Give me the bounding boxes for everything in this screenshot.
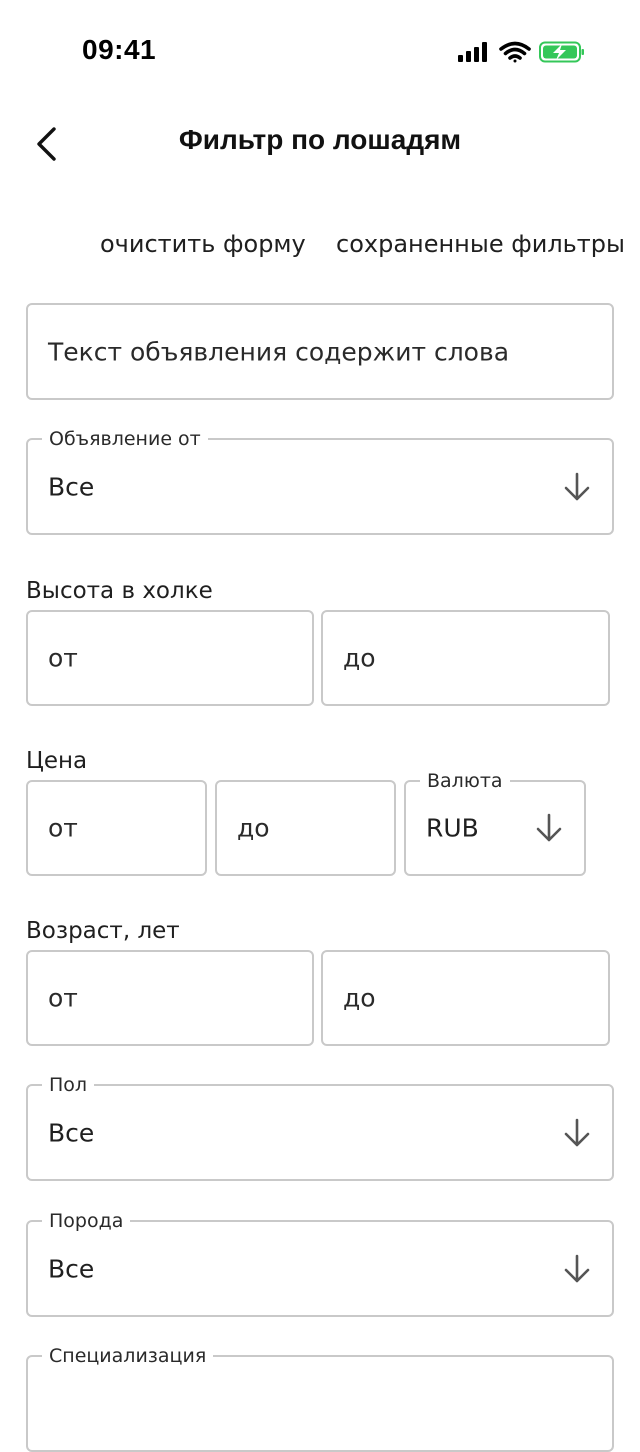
age-to-input[interactable]: до [321, 950, 610, 1046]
age-label: Возраст, лет [26, 918, 180, 944]
ad-from-select[interactable]: Объявление от Все [26, 428, 614, 535]
saved-filters-button[interactable]: сохраненные фильтры [336, 230, 625, 258]
age-from-placeholder: от [48, 983, 78, 1013]
height-to-input[interactable]: до [321, 610, 610, 706]
currency-label: Валюта [420, 770, 510, 792]
breed-select[interactable]: Порода Все [26, 1210, 614, 1317]
specialization-label: Специализация [42, 1345, 214, 1367]
ad-text-input[interactable]: Текст объявления содержит слова [26, 303, 614, 400]
ad-from-value: Все [48, 472, 95, 501]
price-from-input[interactable]: от [26, 780, 207, 876]
breed-value: Все [48, 1254, 95, 1283]
age-to-placeholder: до [343, 983, 376, 1013]
price-label: Цена [26, 748, 88, 774]
sex-value: Все [48, 1118, 95, 1147]
breed-label: Порода [42, 1210, 131, 1232]
ad-text-placeholder: Текст объявления содержит слова [48, 337, 510, 366]
wifi-icon [499, 41, 531, 63]
height-from-input[interactable]: от [26, 610, 314, 706]
clear-form-button[interactable]: очистить форму [100, 230, 306, 258]
arrow-down-icon [564, 1118, 590, 1146]
price-to-input[interactable]: до [215, 780, 396, 876]
ad-from-label: Объявление от [42, 428, 208, 450]
status-icons [456, 40, 586, 64]
height-from-placeholder: от [48, 643, 78, 673]
cellular-signal-icon [458, 42, 487, 62]
height-label: Высота в холке [26, 578, 213, 604]
age-from-input[interactable]: от [26, 950, 314, 1046]
price-to-placeholder: до [237, 813, 270, 843]
arrow-down-icon [536, 813, 562, 842]
sex-label: Пол [42, 1074, 95, 1096]
currency-value: RUB [426, 813, 479, 843]
arrow-down-icon [564, 472, 590, 500]
page-title: Фильтр по лошадям [178, 124, 462, 155]
battery-charging-icon [539, 41, 584, 63]
price-from-placeholder: от [48, 813, 78, 843]
specialization-select[interactable]: Специализация [26, 1345, 614, 1452]
sex-select[interactable]: Пол Все [26, 1074, 614, 1181]
arrow-down-icon [564, 1254, 590, 1282]
status-time: 09:41 [82, 34, 157, 65]
currency-select[interactable]: Валюта RUB [404, 770, 586, 876]
height-to-placeholder: до [343, 643, 376, 673]
